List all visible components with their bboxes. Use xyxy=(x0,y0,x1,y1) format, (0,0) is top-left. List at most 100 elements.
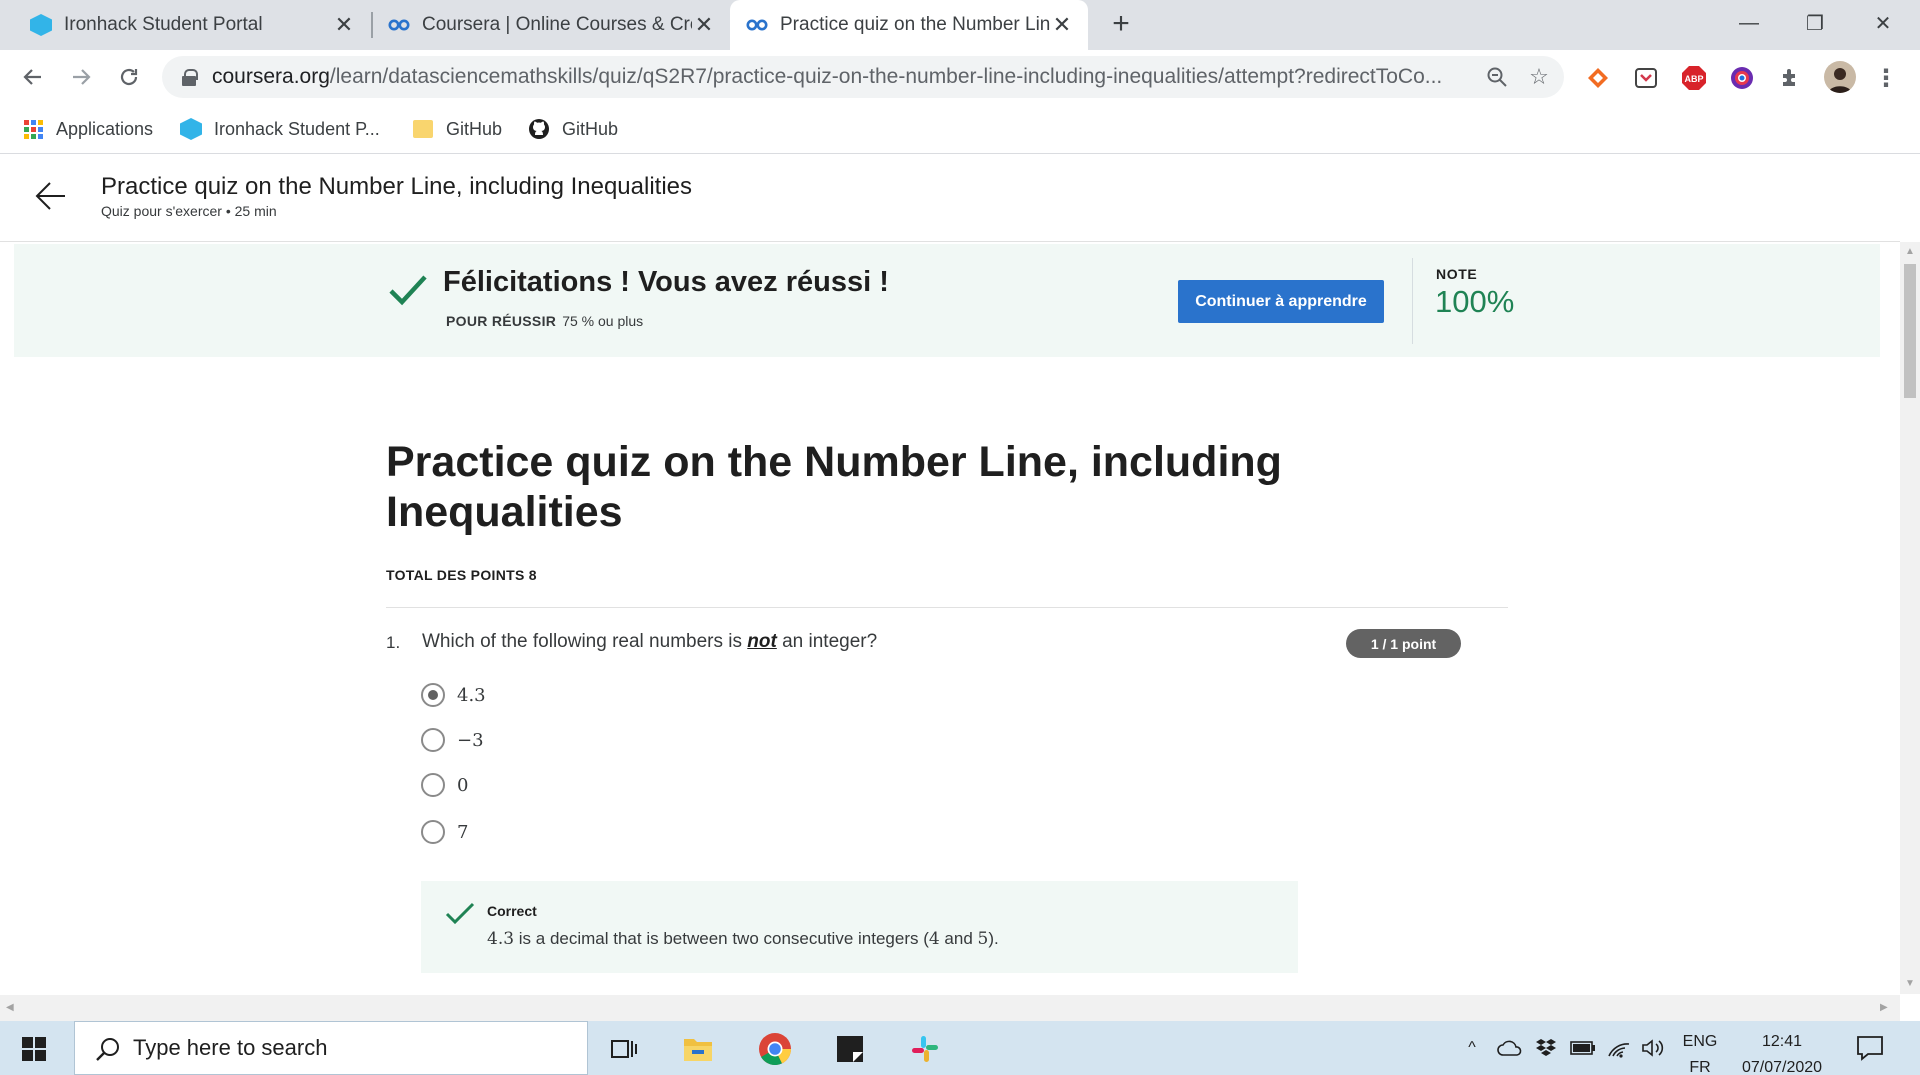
tab-ironhack[interactable]: Ironhack Student Portal ✕ xyxy=(0,0,370,50)
radio-unselected[interactable] xyxy=(421,728,445,752)
back-arrow-icon[interactable] xyxy=(34,179,68,213)
answer-option[interactable]: 7 xyxy=(421,819,468,845)
task-view-icon[interactable] xyxy=(606,1031,642,1067)
quiz-title: Practice quiz on the Number Line, includ… xyxy=(386,438,1282,536)
onedrive-icon[interactable] xyxy=(1496,1035,1524,1061)
bookmark-github[interactable]: GitHub xyxy=(528,114,618,144)
vertical-scrollbar[interactable]: ▲ ▼ xyxy=(1900,242,1920,994)
taskbar-search-input[interactable]: Type here to search xyxy=(74,1021,588,1075)
file-explorer-icon[interactable] xyxy=(680,1031,716,1067)
continue-learning-button[interactable]: Continuer à apprendre xyxy=(1178,280,1384,323)
bookmarks-bar: Applications Ironhack Student P... GitHu… xyxy=(0,104,1920,154)
sticky-notes-icon[interactable] xyxy=(832,1031,868,1067)
ironhack-icon xyxy=(180,118,202,140)
lock-icon[interactable] xyxy=(182,69,198,86)
banner-title: Félicitations ! Vous avez réussi ! xyxy=(443,266,889,298)
question-number: 1. xyxy=(386,633,401,652)
apps-grid-icon xyxy=(22,118,44,140)
search-placeholder: Type here to search xyxy=(133,1035,328,1060)
volume-icon[interactable] xyxy=(1640,1035,1666,1061)
scroll-down-icon[interactable]: ▼ xyxy=(1905,978,1915,989)
restore-icon[interactable]: ❐ xyxy=(1790,6,1840,40)
zoom-icon[interactable] xyxy=(1480,60,1514,94)
bookmark-label: GitHub xyxy=(446,118,503,139)
search-icon xyxy=(95,1036,121,1062)
feedback-text: 4.3 is a decimal that is between two con… xyxy=(487,929,999,949)
tab-quiz-active[interactable]: Practice quiz on the Number Line, includ… xyxy=(730,0,1088,50)
menu-dots-icon[interactable]: ⋮ xyxy=(1872,64,1900,92)
show-hidden-icons[interactable]: ^ xyxy=(1462,1035,1482,1061)
header-title: Practice quiz on the Number Line, includ… xyxy=(101,173,693,200)
option-label: 0 xyxy=(457,774,469,796)
honey-icon[interactable] xyxy=(1584,64,1612,92)
feedback-title: Correct xyxy=(487,903,537,919)
scroll-left-icon[interactable]: ◀ xyxy=(6,1002,14,1013)
reload-icon[interactable] xyxy=(114,62,144,92)
back-icon[interactable] xyxy=(18,62,48,92)
answer-option[interactable]: −3 xyxy=(421,727,484,753)
radio-selected[interactable] xyxy=(421,683,445,707)
answer-option[interactable]: 0 xyxy=(421,772,468,798)
scroll-right-icon[interactable]: ▶ xyxy=(1880,1002,1888,1013)
browser-toolbar: coursera.org/learn/datasciencemathskills… xyxy=(0,50,1920,104)
language-indicator[interactable]: ENG FR xyxy=(1682,1029,1718,1075)
check-icon xyxy=(388,274,428,306)
window-close-icon[interactable]: ✕ xyxy=(1858,6,1908,40)
wifi-icon[interactable] xyxy=(1606,1035,1632,1061)
dropbox-icon[interactable] xyxy=(1534,1035,1558,1061)
radio-unselected[interactable] xyxy=(421,773,445,797)
bookmark-label: Ironhack Student P... xyxy=(214,118,380,139)
answer-option[interactable]: 4.3 xyxy=(421,682,486,708)
coursera-icon xyxy=(388,14,410,36)
new-tab-button[interactable]: + xyxy=(1106,9,1136,40)
adblock-plus-icon[interactable]: ABP xyxy=(1680,64,1708,92)
divider xyxy=(1412,258,1413,344)
bookmark-ironhack[interactable]: Ironhack Student P... xyxy=(180,114,380,144)
header-subtitle: Quiz pour s'exercer • 25 min xyxy=(101,203,277,219)
extensions-icon[interactable] xyxy=(1776,64,1804,92)
color-picker-icon[interactable] xyxy=(1728,64,1756,92)
tab-coursera[interactable]: Coursera | Online Courses & Credentials … xyxy=(372,0,730,50)
scrollbar-thumb[interactable] xyxy=(1904,264,1916,398)
bookmark-star-icon[interactable]: ☆ xyxy=(1522,60,1556,94)
scroll-up-icon[interactable]: ▲ xyxy=(1905,246,1915,257)
battery-icon[interactable] xyxy=(1570,1035,1596,1061)
profile-avatar[interactable] xyxy=(1824,61,1856,93)
address-bar[interactable]: coursera.org/learn/datasciencemathskills… xyxy=(162,56,1564,98)
close-icon[interactable]: ✕ xyxy=(1050,12,1074,37)
bookmark-label: Applications xyxy=(56,118,154,139)
answer-feedback: Correct 4.3 is a decimal that is between… xyxy=(421,881,1298,973)
course-header: Practice quiz on the Number Line, includ… xyxy=(0,155,1900,242)
option-label: 7 xyxy=(457,821,469,843)
close-icon[interactable]: ✕ xyxy=(692,12,716,37)
close-icon[interactable]: ✕ xyxy=(332,12,356,37)
radio-unselected[interactable] xyxy=(421,820,445,844)
check-icon xyxy=(445,901,475,925)
option-label: −3 xyxy=(457,729,484,751)
pocket-icon[interactable] xyxy=(1632,64,1660,92)
svg-text:ABP: ABP xyxy=(1684,74,1703,84)
forward-icon[interactable] xyxy=(66,62,96,92)
page-viewport: Practice quiz on the Number Line, includ… xyxy=(0,155,1920,994)
pass-value: 75 % ou plus xyxy=(562,313,644,329)
chrome-icon[interactable] xyxy=(757,1031,793,1067)
notification-center-icon[interactable] xyxy=(1856,1035,1884,1061)
pass-requirement: POUR RÉUSSIR 75 % ou plus xyxy=(446,313,643,329)
taskbar-clock[interactable]: 12:41 07/07/2020 xyxy=(1732,1029,1832,1075)
question-text: Which of the following real numbers is n… xyxy=(422,631,878,652)
minimize-icon[interactable]: — xyxy=(1724,6,1774,40)
bookmark-github-folder[interactable]: GitHub xyxy=(412,114,502,144)
folder-icon xyxy=(412,118,434,140)
question-emphasis: not xyxy=(747,631,777,652)
url-text[interactable]: coursera.org/learn/datasciencemathskills… xyxy=(212,65,1480,89)
slack-icon[interactable] xyxy=(907,1031,943,1067)
horizontal-scrollbar[interactable]: ◀ ▶ xyxy=(0,995,1900,1021)
option-label: 4.3 xyxy=(457,684,486,706)
ironhack-icon xyxy=(30,14,52,36)
tab-title: Practice quiz on the Number Line, includ… xyxy=(780,14,1050,35)
bookmark-label: GitHub xyxy=(562,118,619,139)
bookmark-applications[interactable]: Applications xyxy=(22,114,153,144)
github-icon xyxy=(528,118,550,140)
pass-label: POUR RÉUSSIR xyxy=(446,313,557,329)
windows-start-icon[interactable] xyxy=(22,1037,46,1061)
